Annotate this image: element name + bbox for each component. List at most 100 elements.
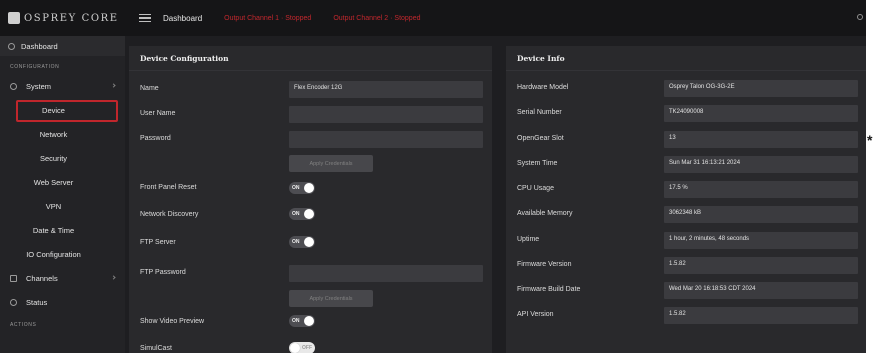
sidebar-item-label: Status xyxy=(26,297,48,307)
sidebar-item-label: Channels xyxy=(26,273,58,283)
device-info-panel: Device Info Hardware Model Osprey Talon … xyxy=(506,46,866,353)
system-icon xyxy=(10,82,17,90)
front-panel-reset-label: Front Panel Reset xyxy=(140,184,197,191)
margin-asterisk: * xyxy=(867,132,873,148)
password-label: Password xyxy=(140,135,171,142)
info-value: Osprey Talon OG-3G-2E xyxy=(669,84,735,90)
network-discovery-row: Network Discovery ON xyxy=(129,207,492,224)
name-field[interactable]: Flex Encoder 12G xyxy=(289,81,483,98)
info-value-field: Sun Mar 31 16:13:21 2024 xyxy=(664,156,858,173)
sidebar-item-network[interactable]: Network xyxy=(0,122,125,146)
hamburger-menu-icon[interactable] xyxy=(139,13,151,23)
info-row-uptime: Uptime 1 hour, 2 minutes, 48 seconds xyxy=(506,232,866,249)
sidebar-item-label: Network xyxy=(39,129,68,139)
osprey-logo-icon xyxy=(8,12,20,24)
alert-output-channel-2[interactable]: Output Channel 2 · Stopped xyxy=(333,15,420,22)
brand-logo[interactable]: OSPREY CORE xyxy=(0,0,125,36)
app-window: OSPREY CORE Dashboard Output Channel 1 ·… xyxy=(0,0,866,353)
info-value: 13 xyxy=(669,135,676,141)
info-value-field: 3062348 kB xyxy=(664,206,858,223)
info-label: System Time xyxy=(517,160,558,167)
apply-credentials-button[interactable]: Apply Credentials xyxy=(289,155,373,172)
info-row-firmware-build-date: Firmware Build Date Wed Mar 20 16:18:53 … xyxy=(506,282,866,299)
name-value: Flex Encoder 12G xyxy=(294,85,343,91)
gear-icon[interactable] xyxy=(857,14,863,20)
alert-output-channel-1[interactable]: Output Channel 1 · Stopped xyxy=(224,15,311,22)
toggle-state-label: OFF xyxy=(302,345,312,351)
sidebar: Dashboard CONFIGURATION System Device Ne… xyxy=(0,36,125,353)
simulcast-row: SimulCast OFF xyxy=(129,341,492,353)
section-heading-configuration: CONFIGURATION xyxy=(10,64,60,70)
sidebar-item-status[interactable]: Status xyxy=(0,290,125,314)
username-row: User Name xyxy=(129,106,492,123)
show-video-preview-row: Show Video Preview ON xyxy=(129,314,492,331)
selection-highlight xyxy=(16,100,118,122)
sidebar-item-label: Security xyxy=(39,153,68,163)
info-row-opengear-slot: OpenGear Slot 13 xyxy=(506,131,866,148)
ftp-server-toggle[interactable]: ON xyxy=(289,236,315,248)
chevron-down-icon xyxy=(111,275,116,280)
front-panel-reset-row: Front Panel Reset ON xyxy=(129,180,492,197)
sidebar-item-vpn[interactable]: VPN xyxy=(0,194,125,218)
toggle-knob xyxy=(304,316,314,326)
username-label: User Name xyxy=(140,110,176,117)
info-value-field: 1.5.82 xyxy=(664,307,858,324)
info-label: API Version xyxy=(517,311,554,318)
sidebar-item-security[interactable]: Security xyxy=(0,146,125,170)
info-label: Uptime xyxy=(517,236,540,243)
front-panel-reset-toggle[interactable]: ON xyxy=(289,182,315,194)
ftp-server-label: FTP Server xyxy=(140,239,176,246)
info-row-hardware-model: Hardware Model Osprey Talon OG-3G-2E xyxy=(506,80,866,97)
info-row-api-version: API Version 1.5.82 xyxy=(506,307,866,324)
sidebar-item-label: Dashboard xyxy=(21,41,58,51)
toggle-state-label: ON xyxy=(292,211,300,217)
network-discovery-toggle[interactable]: ON xyxy=(289,208,315,220)
info-value: 1 hour, 2 minutes, 48 seconds xyxy=(669,236,750,242)
network-discovery-label: Network Discovery xyxy=(140,211,199,218)
username-field[interactable] xyxy=(289,106,483,123)
sidebar-item-channels[interactable]: Channels xyxy=(0,266,125,290)
breadcrumb[interactable]: Dashboard xyxy=(163,14,202,23)
sidebar-item-device[interactable]: Device xyxy=(0,98,125,122)
info-row-serial-number: Serial Number TK24090008 xyxy=(506,105,866,122)
toggle-knob xyxy=(304,183,314,193)
toggle-state-label: ON xyxy=(292,318,300,324)
simulcast-toggle[interactable]: OFF xyxy=(289,342,315,353)
name-label: Name xyxy=(140,85,159,92)
channels-icon xyxy=(10,274,17,282)
info-value: 17.5 % xyxy=(669,185,688,191)
device-configuration-panel: Device Configuration Name Flex Encoder 1… xyxy=(129,46,492,353)
search-icon xyxy=(10,298,17,306)
chevron-down-icon xyxy=(111,83,116,88)
ftp-password-row: FTP Password xyxy=(129,265,492,282)
top-bar: OSPREY CORE Dashboard Output Channel 1 ·… xyxy=(0,0,866,36)
info-value-field: 1 hour, 2 minutes, 48 seconds xyxy=(664,232,858,249)
ftp-password-label: FTP Password xyxy=(140,269,186,276)
info-row-firmware-version: Firmware Version 1.5.82 xyxy=(506,257,866,274)
info-value: 1.5.82 xyxy=(669,261,686,267)
panel-title: Device Configuration xyxy=(129,46,492,71)
panel-title: Device Info xyxy=(506,46,866,71)
info-label: Available Memory xyxy=(517,210,573,217)
brand-name: OSPREY CORE xyxy=(24,12,119,24)
info-value-field: 17.5 % xyxy=(664,181,858,198)
sidebar-item-web-server[interactable]: Web Server xyxy=(0,170,125,194)
opengear-slot-field[interactable]: 13 xyxy=(664,131,858,148)
info-label: Hardware Model xyxy=(517,84,569,91)
info-label: OpenGear Slot xyxy=(517,135,564,142)
toggle-state-label: ON xyxy=(292,239,300,245)
password-field[interactable] xyxy=(289,131,483,148)
toggle-knob xyxy=(304,209,314,219)
show-video-preview-toggle[interactable]: ON xyxy=(289,315,315,327)
info-value: 1.5.82 xyxy=(669,311,686,317)
sidebar-item-date-time[interactable]: Date & Time xyxy=(0,218,125,242)
sidebar-item-dashboard[interactable]: Dashboard xyxy=(0,36,125,56)
sidebar-item-io-configuration[interactable]: IO Configuration xyxy=(0,242,125,266)
ftp-server-row: FTP Server ON xyxy=(129,235,492,252)
toggle-knob xyxy=(290,343,300,353)
info-value: Sun Mar 31 16:13:21 2024 xyxy=(669,160,741,166)
sidebar-item-system[interactable]: System xyxy=(0,74,125,98)
simulcast-label: SimulCast xyxy=(140,345,172,352)
ftp-password-field[interactable] xyxy=(289,265,483,282)
apply-ftp-credentials-button[interactable]: Apply Credentials xyxy=(289,290,373,307)
